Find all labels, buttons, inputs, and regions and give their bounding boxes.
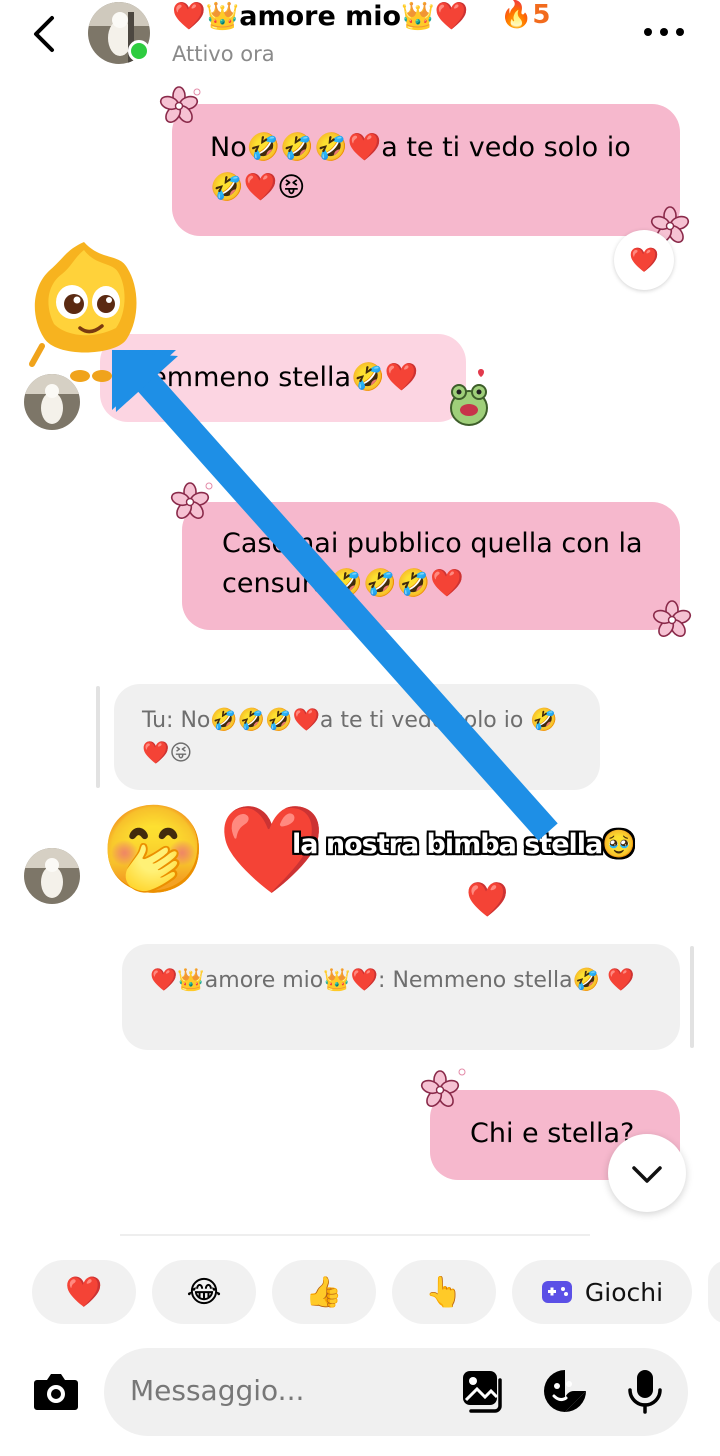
quick-reaction-laugh[interactable]: 😂 [152,1260,256,1324]
pointing-up-icon: 👆 [425,1274,463,1310]
annotation-arrow [112,350,558,841]
chevron-down-icon [632,1166,662,1183]
microphone-icon[interactable] [622,1368,668,1414]
game-controller-icon [541,1281,572,1303]
thumbs-up-icon: 👍 [305,1274,343,1310]
games-button[interactable]: Giochi [512,1260,692,1324]
games-label: Giochi [584,1277,664,1307]
sticker-icon[interactable] [542,1368,588,1414]
scroll-to-bottom-button[interactable] [608,1134,686,1212]
quick-reaction-pointing[interactable]: 👆 [392,1260,496,1324]
gallery-icon[interactable] [460,1368,506,1414]
quick-reaction-thumbs-up[interactable]: 👍 [272,1260,376,1324]
laughing-face-icon: 😂 [186,1274,222,1310]
quick-reaction-heart[interactable]: ❤️ [32,1260,136,1324]
heart-icon: ❤️ [65,1274,103,1310]
message-input-placeholder: Messaggio... [130,1374,305,1407]
camera-icon[interactable] [33,1370,79,1412]
divider [120,1234,590,1236]
